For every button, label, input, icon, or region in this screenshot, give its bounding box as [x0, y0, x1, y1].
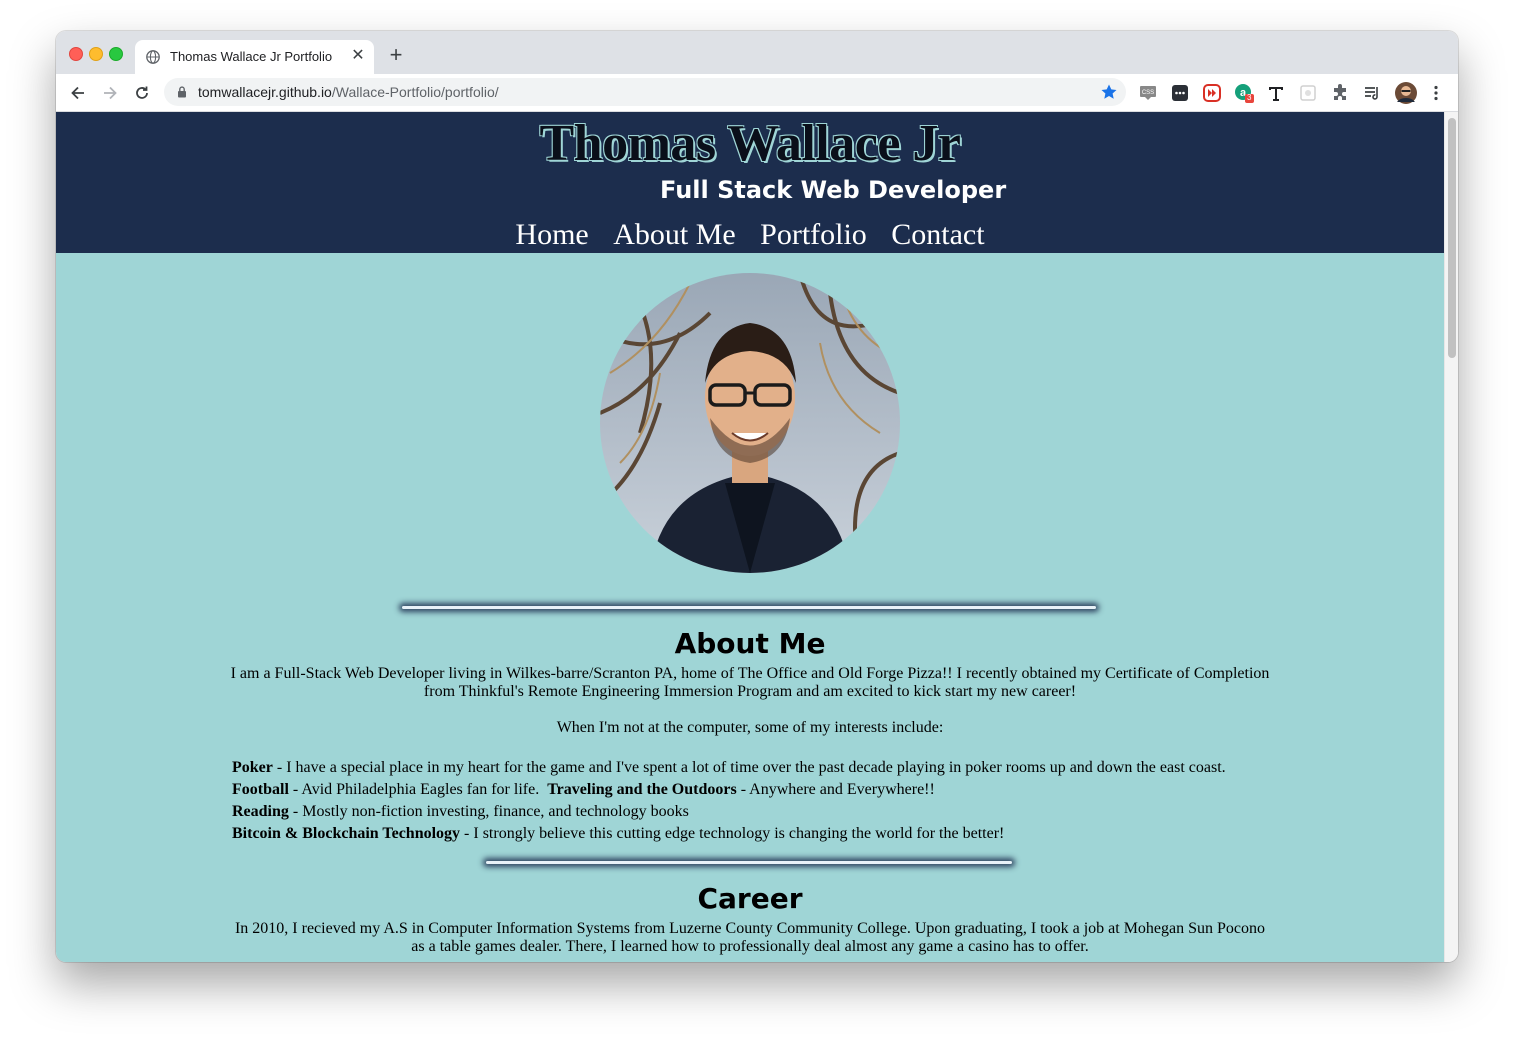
nav-contact-link[interactable]: Contact [891, 218, 984, 252]
css-viewer-extension-icon[interactable]: CSS [1138, 83, 1158, 103]
site-nav: Home About Me Portfolio Contact [56, 218, 1444, 252]
url-host: tomwallacejr.github.io [198, 84, 332, 100]
list-item: Football - Avid Philadelphia Eagles fan … [232, 779, 1226, 801]
svg-text:CSS: CSS [1142, 90, 1154, 96]
url-text: tomwallacejr.github.io/Wallace-Portfolio… [198, 84, 499, 100]
tab-strip: Thomas Wallace Jr Portfolio ✕ + [56, 31, 1458, 74]
type-tool-extension-icon[interactable] [1266, 83, 1286, 103]
interest-desc: - Avid Philadelphia Eagles fan for life. [288, 781, 548, 798]
arrow-right-icon [104, 86, 117, 100]
interest-desc: - Mostly non-fiction investing, finance,… [288, 803, 689, 820]
video-speed-extension-icon[interactable] [1202, 83, 1222, 103]
address-bar[interactable]: tomwallacejr.github.io/Wallace-Portfolio… [164, 78, 1126, 106]
interest-name: Bitcoin & Blockchain Technology [232, 825, 461, 842]
career-line1: In 2010, I recieved my A.S in Computer I… [234, 920, 1266, 937]
site-header: Thomas Wallace Jr Full Stack Web Develop… [56, 112, 1444, 253]
divider [486, 861, 1012, 864]
browser-window: Thomas Wallace Jr Portfolio ✕ + tomwalla… [56, 31, 1458, 962]
nav-about-link[interactable]: About Me [613, 218, 736, 252]
about-heading: About Me [674, 627, 826, 660]
tab-title: Thomas Wallace Jr Portfolio [170, 49, 333, 64]
page-viewport: Thomas Wallace Jr Full Stack Web Develop… [56, 112, 1444, 962]
list-item: Bitcoin & Blockchain Technology - I stro… [232, 823, 1226, 845]
site-title: Thomas Wallace Jr [539, 115, 961, 172]
interest-name: Reading [232, 803, 289, 820]
minimize-window-button[interactable] [89, 47, 103, 61]
profile-photo [600, 273, 900, 573]
more-dots-extension-icon[interactable] [1170, 83, 1190, 103]
extension-badge: 3 [1247, 93, 1252, 102]
reload-button[interactable] [130, 81, 154, 105]
globe-icon [146, 50, 160, 64]
list-item: Reading - Mostly non-fiction investing, … [232, 801, 1226, 823]
bookmark-star-icon[interactable] [1100, 83, 1118, 101]
interests-intro: When I'm not at the computer, some of my… [556, 719, 944, 736]
back-button[interactable] [66, 81, 90, 105]
close-icon[interactable]: ✕ [349, 47, 367, 65]
interest-desc: - I strongly believe this cutting edge t… [460, 825, 1005, 842]
list-item: Poker - I have a special place in my hea… [232, 757, 1226, 779]
arrow-left-icon [71, 86, 84, 100]
interests-list: Poker - I have a special place in my hea… [232, 757, 1226, 845]
browser-menu-icon[interactable] [1426, 83, 1446, 103]
grammar-extension-icon[interactable]: a 3 [1234, 83, 1254, 103]
interest-name: Traveling and the Outdoors [547, 781, 737, 798]
profile-avatar-icon[interactable] [1394, 81, 1418, 105]
zoom-window-button[interactable] [109, 47, 123, 61]
extensions-puzzle-icon[interactable] [1330, 83, 1350, 103]
browser-toolbar: tomwallacejr.github.io/Wallace-Portfolio… [56, 74, 1458, 112]
about-intro-line1: I am a Full-Stack Web Developer living i… [230, 665, 1270, 682]
lock-icon [178, 86, 186, 98]
close-window-button[interactable] [69, 47, 83, 61]
reading-list-icon[interactable] [1362, 83, 1382, 103]
nav-portfolio-link[interactable]: Portfolio [760, 218, 867, 252]
scrollbar-thumb[interactable] [1448, 118, 1456, 358]
career-heading: Career [697, 882, 803, 915]
career-line2: as a table games dealer. There, I learne… [411, 938, 1089, 955]
forward-button[interactable] [98, 81, 122, 105]
divider [402, 606, 1096, 609]
page-scrollbar[interactable] [1444, 112, 1458, 962]
tab-portfolio[interactable]: Thomas Wallace Jr Portfolio ✕ [135, 40, 374, 74]
disabled-extension-icon[interactable] [1298, 83, 1318, 103]
interest-desc: - Anywhere and Everywhere!! [736, 781, 935, 798]
reload-icon [136, 86, 148, 99]
interest-desc: - I have a special place in my heart for… [272, 759, 1226, 776]
interest-name: Football [232, 781, 289, 798]
url-path: /Wallace-Portfolio/portfolio/ [331, 84, 499, 100]
new-tab-button[interactable]: + [386, 44, 406, 66]
about-intro-line2: from Thinkful's Remote Engineering Immer… [423, 683, 1077, 700]
site-subtitle: Full Stack Web Developer [660, 176, 1007, 204]
interest-name: Poker [232, 759, 273, 776]
nav-home-link[interactable]: Home [515, 218, 588, 252]
